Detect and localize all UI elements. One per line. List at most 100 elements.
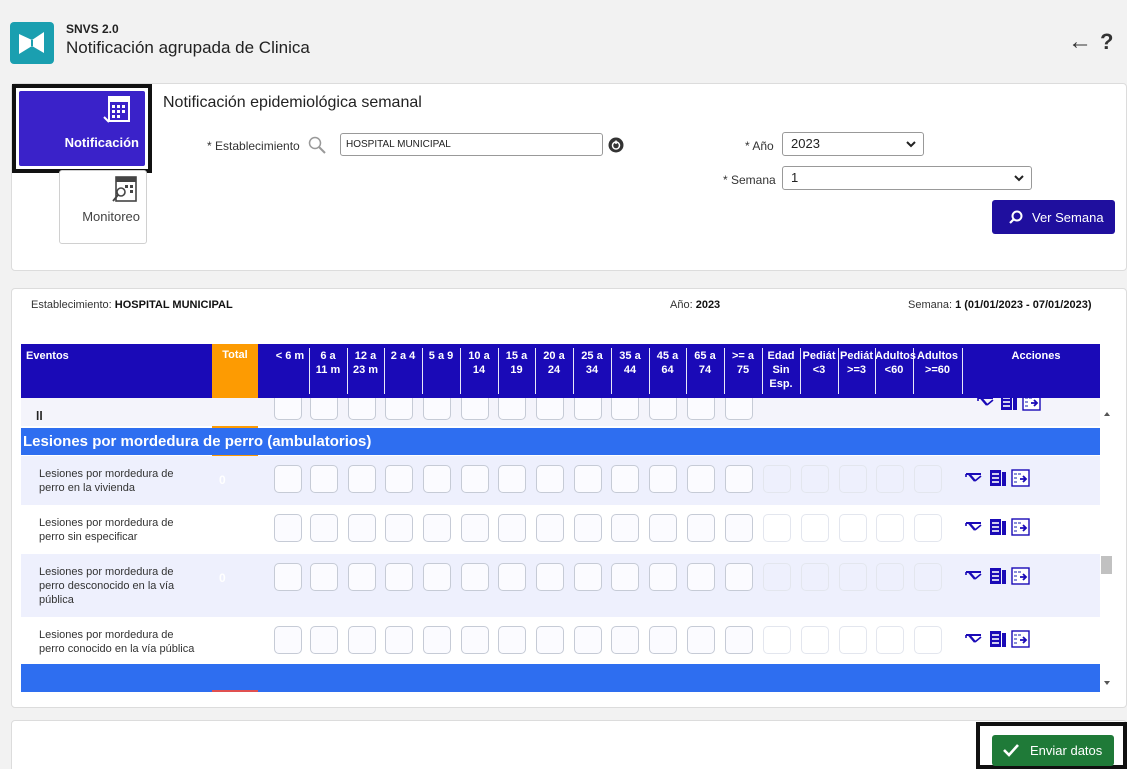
count-cell[interactable]	[385, 514, 413, 542]
count-cell[interactable]	[423, 465, 451, 493]
count-cell[interactable]	[348, 398, 376, 420]
count-cell[interactable]	[461, 626, 489, 654]
chevron-down-icon	[1014, 175, 1024, 182]
count-cell[interactable]	[461, 398, 489, 420]
count-cell[interactable]	[574, 563, 602, 591]
count-cell[interactable]	[348, 514, 376, 542]
count-cell[interactable]	[385, 465, 413, 493]
anio-select[interactable]: 2023	[782, 132, 924, 156]
count-cell[interactable]	[498, 563, 526, 591]
count-cell[interactable]	[536, 398, 564, 420]
count-cell[interactable]	[348, 563, 376, 591]
count-cell[interactable]	[348, 465, 376, 493]
count-cell[interactable]	[274, 398, 302, 420]
enviar-datos-button[interactable]: Enviar datos	[992, 735, 1114, 766]
count-cell[interactable]	[498, 465, 526, 493]
count-cell[interactable]	[649, 398, 677, 420]
count-cell[interactable]	[274, 626, 302, 654]
count-cell[interactable]	[536, 465, 564, 493]
count-cell[interactable]	[649, 514, 677, 542]
count-cell[interactable]	[385, 398, 413, 420]
count-cell[interactable]	[274, 514, 302, 542]
count-cell[interactable]	[536, 514, 564, 542]
count-cell[interactable]	[310, 563, 338, 591]
count-cell[interactable]	[536, 563, 564, 591]
count-cell[interactable]	[649, 563, 677, 591]
count-cell[interactable]	[574, 626, 602, 654]
count-cell[interactable]	[649, 465, 677, 493]
count-cell[interactable]	[725, 514, 753, 542]
count-cell[interactable]	[423, 626, 451, 654]
count-cell[interactable]	[611, 514, 639, 542]
count-cell[interactable]	[611, 398, 639, 420]
count-cell[interactable]	[423, 398, 451, 420]
scroll-up-icon[interactable]	[1102, 409, 1112, 419]
count-cell[interactable]	[461, 514, 489, 542]
semana-select[interactable]: 1	[782, 166, 1032, 190]
count-cell[interactable]	[461, 465, 489, 493]
count-cell[interactable]	[536, 626, 564, 654]
count-cell[interactable]	[611, 465, 639, 493]
ver-semana-button[interactable]: Ver Semana	[992, 200, 1115, 234]
table-row: Lesiones por mordedura de perro desconoci…	[21, 554, 1100, 617]
count-cell[interactable]	[611, 563, 639, 591]
edit-icon[interactable]	[976, 398, 998, 412]
count-cell[interactable]	[574, 465, 602, 493]
edit-icon[interactable]	[964, 468, 986, 488]
nav-notificacion-button[interactable]: Notificación	[19, 91, 145, 166]
search-icon	[1009, 210, 1023, 224]
count-cell[interactable]	[348, 626, 376, 654]
document-icon[interactable]	[987, 566, 1009, 586]
export-icon[interactable]	[1021, 398, 1043, 412]
export-icon[interactable]	[1010, 566, 1032, 586]
count-cell[interactable]	[687, 563, 715, 591]
count-cell[interactable]	[725, 563, 753, 591]
event-name-line: Lesiones por mordedura de	[39, 566, 174, 578]
count-cell[interactable]	[310, 465, 338, 493]
count-cell[interactable]	[385, 563, 413, 591]
count-cell[interactable]	[725, 626, 753, 654]
count-cell[interactable]	[461, 563, 489, 591]
count-cell[interactable]	[687, 398, 715, 420]
count-cell[interactable]	[310, 398, 338, 420]
establecimiento-input[interactable]	[340, 133, 603, 156]
document-icon[interactable]	[987, 629, 1009, 649]
count-cell[interactable]	[687, 465, 715, 493]
export-icon[interactable]	[1010, 517, 1032, 537]
count-cell[interactable]	[649, 626, 677, 654]
count-cell[interactable]	[687, 514, 715, 542]
document-icon[interactable]	[998, 398, 1020, 412]
count-cell[interactable]	[498, 398, 526, 420]
document-icon[interactable]	[987, 468, 1009, 488]
count-cell[interactable]	[423, 563, 451, 591]
count-cell[interactable]	[687, 626, 715, 654]
section-header: Lesiones por mordedura de perro (ambulat…	[21, 428, 1100, 455]
export-icon[interactable]	[1010, 468, 1032, 488]
document-icon[interactable]	[987, 517, 1009, 537]
count-cell[interactable]	[574, 398, 602, 420]
edit-icon[interactable]	[964, 517, 986, 537]
count-cell[interactable]	[310, 626, 338, 654]
export-icon[interactable]	[1010, 629, 1032, 649]
count-cell[interactable]	[611, 626, 639, 654]
scroll-down-icon[interactable]	[1102, 678, 1112, 688]
count-cell[interactable]	[725, 465, 753, 493]
help-icon[interactable]: ?	[1100, 30, 1113, 54]
count-cell[interactable]	[574, 514, 602, 542]
count-cell[interactable]	[498, 514, 526, 542]
edit-icon[interactable]	[964, 566, 986, 586]
count-cell[interactable]	[423, 514, 451, 542]
count-cell[interactable]	[274, 465, 302, 493]
count-cell[interactable]	[725, 398, 753, 420]
clear-icon[interactable]	[608, 137, 624, 153]
count-cell[interactable]	[274, 563, 302, 591]
info-semana-value: 1 (01/01/2023 - 07/01/2023)	[955, 299, 1092, 311]
count-cell[interactable]	[385, 626, 413, 654]
search-icon[interactable]	[307, 135, 327, 155]
count-cell[interactable]	[310, 514, 338, 542]
count-cell[interactable]	[498, 626, 526, 654]
edit-icon[interactable]	[964, 629, 986, 649]
nav-monitoreo-button[interactable]: Monitoreo	[59, 170, 147, 244]
scrollbar-thumb[interactable]	[1101, 556, 1112, 574]
back-arrow-icon[interactable]: ←	[1068, 30, 1092, 54]
